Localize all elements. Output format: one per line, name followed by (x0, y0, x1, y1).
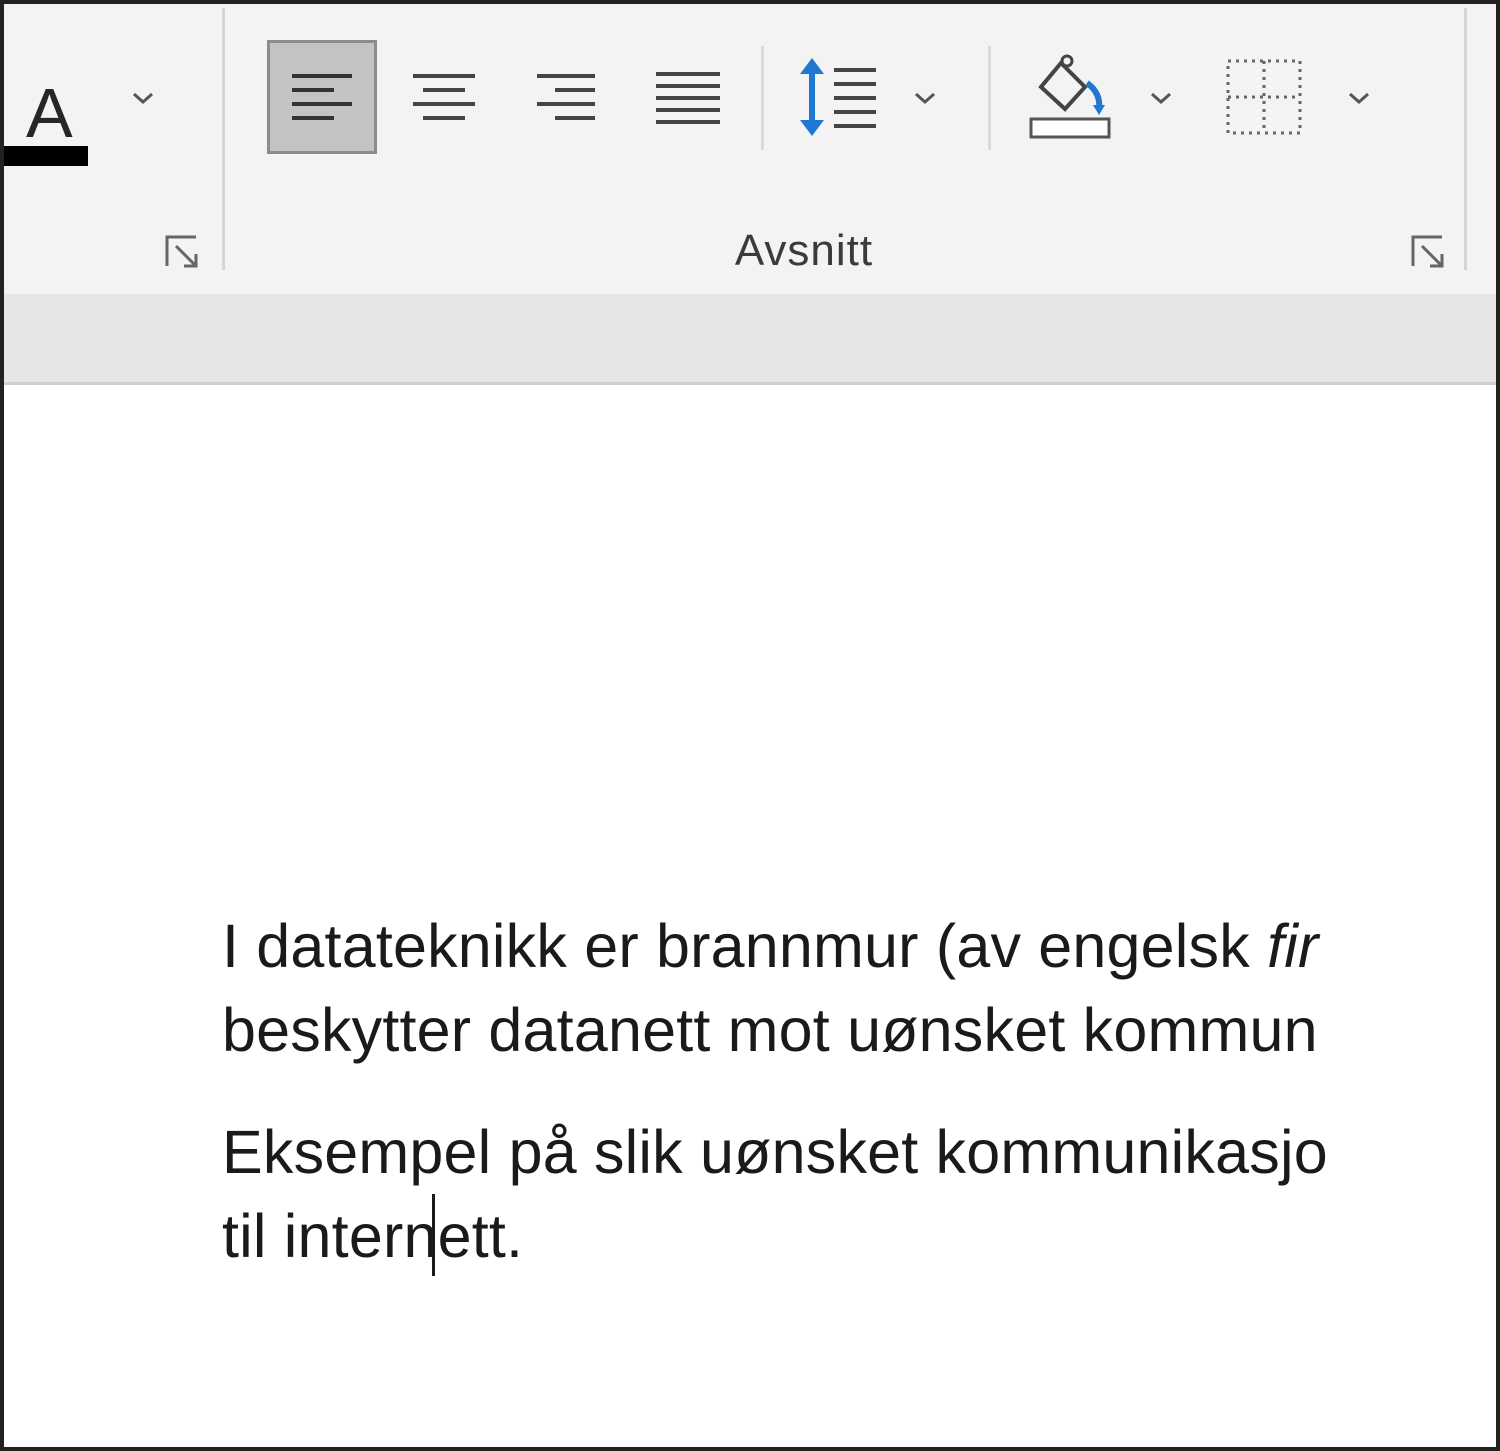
font-color-swatch (4, 146, 88, 166)
paragraph-2-line-2[interactable]: til internett. (222, 1194, 523, 1278)
ribbon-separator (988, 46, 991, 150)
align-right-icon (537, 74, 595, 120)
ribbon-group-separator (1464, 8, 1467, 270)
shading-dropdown-icon[interactable] (1146, 88, 1176, 108)
line-spacing-button[interactable] (788, 40, 888, 154)
shading-button[interactable] (1016, 40, 1126, 154)
align-right-button[interactable] (516, 40, 616, 154)
window-frame: A Avsnitt I datateknikk er brannmur (av … (0, 0, 1500, 1451)
paragraph-1-italic-text: fir (1267, 912, 1319, 980)
borders-button[interactable] (1214, 40, 1314, 154)
font-color-dropdown-icon[interactable] (128, 88, 158, 108)
align-left-icon (292, 74, 352, 120)
font-color-button[interactable]: A (4, 34, 104, 166)
line-spacing-dropdown-icon[interactable] (910, 88, 940, 108)
justify-button[interactable] (638, 40, 738, 154)
justify-icon (656, 72, 720, 124)
paragraph-1-text: I datateknikk er brannmur (av engelsk (222, 912, 1268, 980)
font-color-icon: A (26, 74, 73, 152)
ribbon: A Avsnitt (4, 4, 1496, 294)
borders-dropdown-icon[interactable] (1344, 88, 1374, 108)
text-cursor (432, 1194, 435, 1276)
ribbon-group-separator (222, 8, 225, 270)
align-center-button[interactable] (394, 40, 494, 154)
align-left-button[interactable] (267, 40, 377, 154)
paragraph-dialog-launcher-icon[interactable] (1410, 234, 1450, 270)
paragraph-1-line-1[interactable]: I datateknikk er brannmur (av engelsk fi… (222, 904, 1319, 988)
font-dialog-launcher-icon[interactable] (164, 234, 204, 270)
ruler-band (4, 294, 1496, 385)
paragraph-group-label: Avsnitt (734, 226, 874, 275)
paragraph-1-line-2[interactable]: beskytter datanett mot uønsket kommun (222, 988, 1318, 1072)
paint-bucket-icon (1029, 54, 1111, 139)
ribbon-separator (761, 46, 764, 150)
borders-icon (1226, 59, 1302, 135)
line-spacing-icon (800, 58, 876, 136)
paragraph-2-line-1[interactable]: Eksempel på slik uønsket kommunikasjo (222, 1110, 1328, 1194)
align-center-icon (413, 74, 475, 120)
